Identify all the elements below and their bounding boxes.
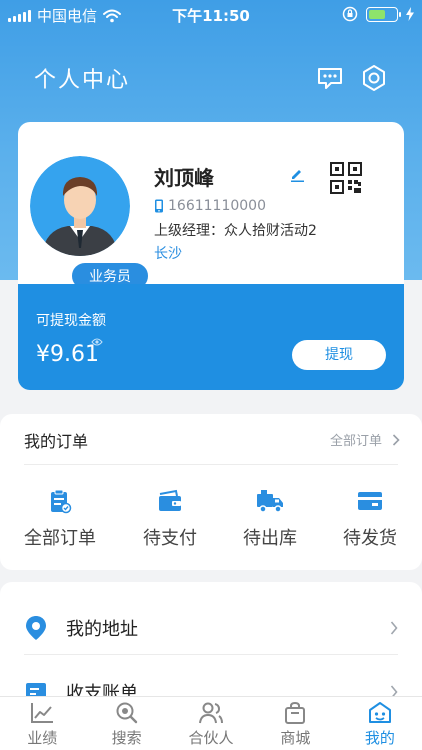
profile-card: 业务员 刘顶峰 16611110000 上级经理：众人拾财活动2 长沙 可提现金…: [18, 122, 404, 390]
balance-amount: ¥9.61: [36, 342, 99, 367]
order-all[interactable]: 全部订单: [10, 488, 110, 550]
battery-icon: [366, 6, 401, 22]
tab-mall-label: 商城: [280, 729, 311, 747]
profile-icon: [368, 702, 391, 723]
tab-search[interactable]: 搜索: [84, 697, 168, 750]
clipboard-icon: [51, 489, 72, 514]
chevron-right-icon: [392, 433, 400, 446]
eye-icon[interactable]: [91, 337, 103, 347]
gear-icon: [363, 65, 385, 91]
charging-icon: [406, 7, 414, 21]
settings-button[interactable]: [360, 64, 388, 92]
chart-icon: [31, 703, 54, 723]
chevron-right-icon: [390, 621, 398, 635]
truck-icon: [257, 490, 283, 513]
tab-mall[interactable]: 商城: [253, 697, 337, 750]
divider: [24, 464, 398, 465]
menu-item-address[interactable]: 我的地址: [24, 596, 398, 660]
tab-bar: 业绩 搜索 合伙人 商城 我的: [0, 696, 422, 750]
tab-search-label: 搜索: [111, 729, 142, 747]
card-icon: [358, 492, 382, 510]
order-pending-payment-label: 待支付: [143, 528, 197, 549]
avatar: [30, 156, 130, 256]
people-icon: [199, 702, 224, 724]
qr-code-icon[interactable]: [330, 162, 362, 194]
message-button[interactable]: [316, 64, 344, 92]
avatar-illustration: [30, 156, 130, 256]
page-title: 个人中心: [34, 68, 131, 93]
edit-icon[interactable]: [289, 166, 305, 182]
order-pending-shipment-label: 待发货: [343, 528, 397, 549]
search-icon: [116, 702, 137, 724]
wallet-icon: [159, 489, 181, 511]
status-right: [342, 6, 414, 22]
orders-card: 我的订单 全部订单 全部订单 待支付 待出库 待发货: [0, 414, 422, 570]
order-all-label: 全部订单: [24, 528, 96, 549]
user-name: 刘顶峰: [154, 166, 214, 190]
status-bar: 中国电信 下午11:50: [0, 0, 422, 30]
phone-row: 16611110000: [154, 198, 266, 214]
tab-mine-label: 我的: [364, 729, 395, 747]
tab-performance[interactable]: 业绩: [0, 697, 84, 750]
tab-partners-label: 合伙人: [188, 729, 234, 747]
withdraw-button[interactable]: 提现: [292, 340, 386, 370]
phone-number: 16611110000: [168, 198, 266, 214]
rotation-lock-icon: [342, 6, 358, 22]
order-pending-payment[interactable]: 待支付: [120, 488, 220, 550]
all-orders-label: 全部订单: [329, 434, 382, 449]
tab-partners[interactable]: 合伙人: [169, 697, 253, 750]
order-pending-outbound-label: 待出库: [243, 528, 297, 549]
avatar-wrap[interactable]: 业务员: [30, 156, 149, 290]
phone-icon: [155, 199, 163, 213]
balance-label: 可提现金额: [36, 313, 106, 329]
tab-performance-label: 业绩: [27, 729, 58, 747]
location-pin-icon: [26, 616, 46, 640]
menu-item-address-label: 我的地址: [66, 619, 138, 640]
message-icon: [318, 68, 342, 89]
divider: [24, 654, 398, 655]
manager-info: 上级经理：众人拾财活动2: [154, 223, 317, 239]
order-pending-outbound[interactable]: 待出库: [220, 488, 320, 550]
tab-mine[interactable]: 我的: [338, 697, 422, 750]
city-label: 长沙: [154, 246, 182, 262]
bag-icon: [285, 701, 306, 724]
balance-panel: 可提现金额 ¥9.61 提现: [18, 284, 404, 390]
order-pending-shipment[interactable]: 待发货: [320, 488, 420, 550]
all-orders-link[interactable]: 全部订单: [330, 430, 400, 449]
orders-title: 我的订单: [24, 432, 89, 451]
